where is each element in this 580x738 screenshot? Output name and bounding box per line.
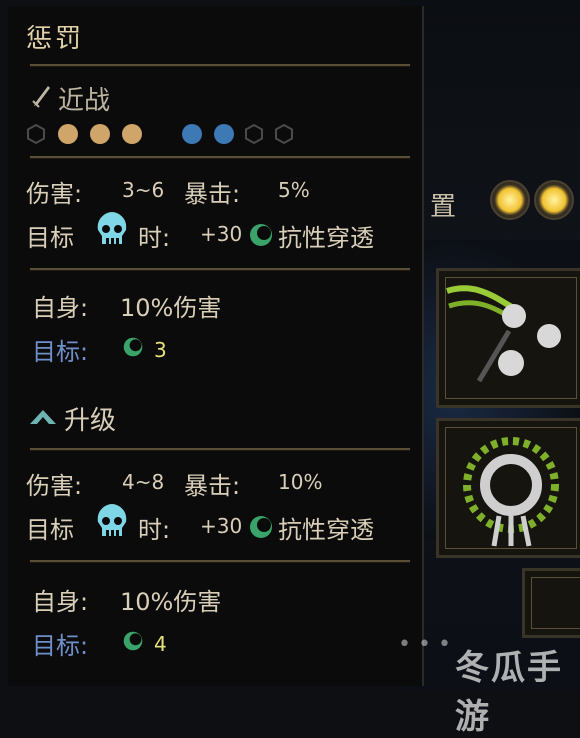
crit-value: 5% [278, 178, 310, 202]
upgraded-bonus-text: 抗性穿透 [278, 516, 374, 544]
watermark-logo: 冬瓜手游 [455, 648, 563, 737]
flail-skill-icon [446, 285, 561, 383]
position-dot-gold [90, 124, 110, 144]
swirl-icon [250, 224, 272, 246]
skill-slot-partial[interactable] [522, 568, 580, 638]
divider [30, 156, 410, 159]
target-dot-empty [275, 124, 293, 144]
target-suffix: 时: [138, 224, 171, 252]
bonus-text: 抗性穿透 [278, 224, 374, 252]
self-value: 10%伤害 [120, 294, 222, 322]
upgraded-target-label: 目标: [32, 632, 89, 660]
skill-type-label: 近战 [58, 86, 111, 116]
upgrade-icon [30, 410, 56, 424]
upgraded-crit-value: 10% [278, 470, 323, 494]
swirl-icon [123, 631, 143, 651]
swirl-icon [123, 337, 143, 357]
divider [30, 560, 410, 563]
skull-icon [97, 504, 127, 536]
target-dot-blue [182, 124, 202, 144]
upgraded-target-suffix: 时: [138, 516, 171, 544]
upgraded-self-value: 10%伤害 [120, 588, 222, 616]
upgraded-crit-label: 暴击: [184, 472, 241, 500]
self-label: 自身: [32, 294, 89, 322]
upgrade-label: 升级 [64, 406, 117, 436]
swirl-icon [250, 516, 272, 538]
skill-slot-flail[interactable] [436, 268, 580, 408]
divider [30, 64, 410, 67]
damage-value: 3~6 [122, 178, 165, 202]
target-label: 目标: [32, 338, 89, 366]
target-value: 3 [154, 338, 167, 362]
position-dot-gold [58, 124, 78, 144]
upgraded-target-value: 4 [154, 632, 167, 656]
upgraded-target-prefix: 目标 [26, 516, 74, 544]
divider [30, 268, 410, 271]
upgraded-damage-value: 4~8 [122, 470, 165, 494]
upgraded-self-label: 自身: [32, 588, 89, 616]
skill-slot-ring[interactable] [436, 418, 580, 558]
position-dot-empty [27, 124, 45, 144]
crit-label: 暴击: [184, 180, 241, 208]
damage-label: 伤害: [26, 180, 83, 208]
sword-icon [32, 86, 50, 108]
scene-label: 置 [430, 192, 461, 222]
bonus-value: +30 [200, 222, 243, 246]
divider [30, 448, 410, 451]
torch-pip-2 [534, 180, 574, 220]
skill-tooltip: 惩罚 近战 伤害: 3~6 暴击: 5% 目标 时: +30 抗性穿透 自身: … [8, 6, 424, 686]
torch-pip-1 [490, 180, 530, 220]
skull-icon [97, 212, 127, 244]
target-dot-blue [214, 124, 234, 144]
watermark-decoration: • • • [398, 632, 451, 657]
ring-skill-icon [463, 437, 559, 547]
upgraded-damage-label: 伤害: [26, 472, 83, 500]
target-prefix: 目标 [26, 224, 74, 252]
skill-title: 惩罚 [26, 24, 85, 54]
upgraded-bonus-value: +30 [200, 514, 243, 538]
target-dot-empty [245, 124, 263, 144]
position-dot-gold [122, 124, 142, 144]
